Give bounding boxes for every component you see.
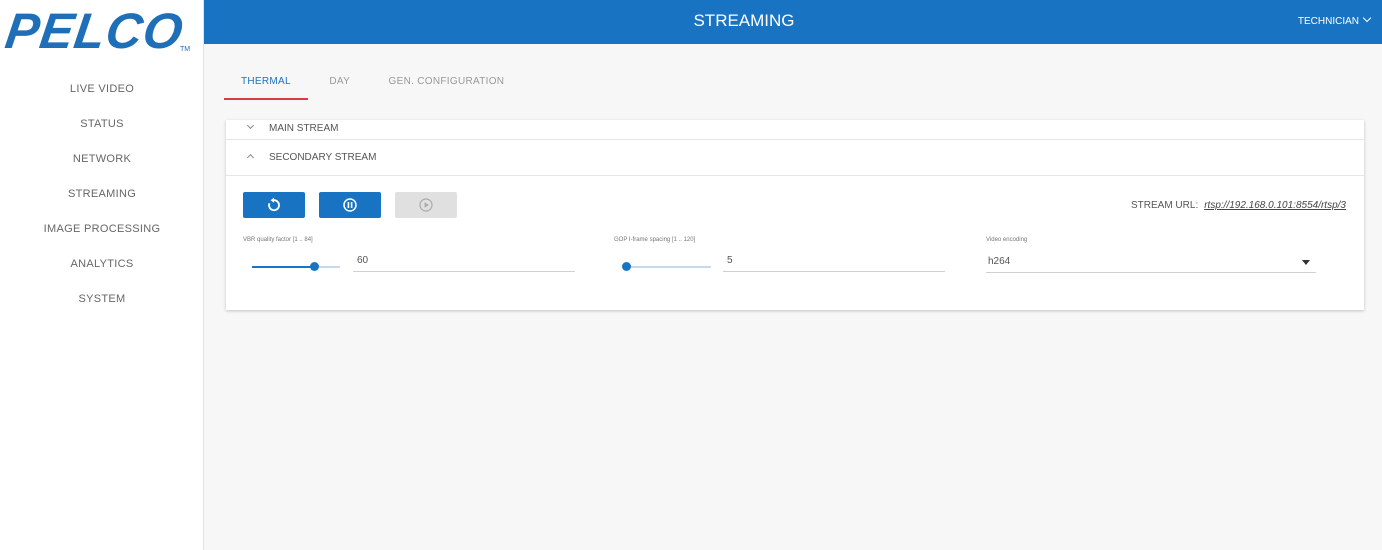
- video-encoding-value: h264: [988, 256, 1011, 267]
- chevron-up-icon: [246, 153, 255, 162]
- stream-tabs: THERMAL DAY GEN. CONFIGURATION: [224, 64, 521, 100]
- vbr-slider-thumb[interactable]: [310, 262, 319, 271]
- sidebar: PELCO TM LIVE VIDEO STATUS NETWORK STREA…: [0, 0, 204, 550]
- reset-stream-button[interactable]: [243, 192, 305, 218]
- chevron-down-icon: [1362, 13, 1372, 23]
- sidebar-item-status[interactable]: STATUS: [0, 107, 204, 142]
- page-title: STREAMING: [693, 11, 795, 30]
- stream-panel: MAIN STREAM SECONDARY STREAM STREAM URL:…: [226, 120, 1364, 310]
- vbr-quality-label: VBR quality factor [1 .. 84]: [243, 237, 313, 243]
- user-name: TECHNICIAN: [1297, 16, 1359, 27]
- sidebar-item-network[interactable]: NETWORK: [0, 142, 204, 177]
- video-encoding-select[interactable]: h264: [986, 253, 1316, 273]
- sidebar-item-streaming[interactable]: STREAMING: [0, 177, 204, 212]
- vbr-quality-input[interactable]: 60: [353, 252, 575, 272]
- secondary-stream-label: SECONDARY STREAM: [269, 152, 377, 163]
- secondary-stream-header[interactable]: SECONDARY STREAM: [226, 140, 1364, 176]
- user-menu-button[interactable]: TECHNICIAN: [1297, 0, 1372, 44]
- sidebar-item-live-video[interactable]: LIVE VIDEO: [0, 72, 204, 107]
- gop-slider-track[interactable]: [623, 266, 711, 268]
- tab-day[interactable]: DAY: [312, 64, 367, 100]
- gop-slider-thumb[interactable]: [622, 262, 631, 271]
- pelco-logo: PELCO TM: [2, 3, 196, 59]
- sidebar-nav: LIVE VIDEO STATUS NETWORK STREAMING IMAG…: [0, 72, 204, 317]
- logo-trademark: TM: [180, 46, 191, 53]
- stream-url-label: STREAM URL:: [1130, 200, 1199, 211]
- gop-spacing-label: GOP I-frame spacing [1 .. 120]: [614, 237, 696, 243]
- stream-url: STREAM URL: rtsp://192.168.0.101:8554/rts…: [1131, 200, 1346, 211]
- main-stream-label: MAIN STREAM: [269, 123, 339, 134]
- vbr-slider-fill: [252, 266, 314, 268]
- play-stream-button[interactable]: [395, 192, 457, 218]
- chevron-down-icon: [246, 121, 255, 130]
- refresh-icon: [268, 197, 280, 212]
- tab-gen-configuration[interactable]: GEN. CONFIGURATION: [372, 64, 522, 100]
- sidebar-item-image-processing[interactable]: IMAGE PROCESSING: [0, 212, 204, 247]
- dropdown-caret-icon: [1302, 260, 1310, 265]
- play-circle-icon: [419, 198, 433, 212]
- gop-spacing-input[interactable]: 5: [723, 252, 945, 272]
- video-encoding-label: Video encoding: [986, 237, 1028, 243]
- top-header: STREAMING TECHNICIAN: [204, 0, 1382, 44]
- pause-circle-icon: [343, 198, 357, 212]
- logo-text: PELCO: [2, 3, 188, 59]
- main-stream-header[interactable]: MAIN STREAM: [226, 120, 1364, 140]
- sidebar-item-analytics[interactable]: ANALYTICS: [0, 247, 204, 282]
- stream-url-link[interactable]: rtsp://192.168.0.101:8554/rtsp/3: [1204, 200, 1346, 211]
- sidebar-item-system[interactable]: SYSTEM: [0, 282, 204, 317]
- tab-thermal[interactable]: THERMAL: [224, 64, 308, 100]
- pause-stream-button[interactable]: [319, 192, 381, 218]
